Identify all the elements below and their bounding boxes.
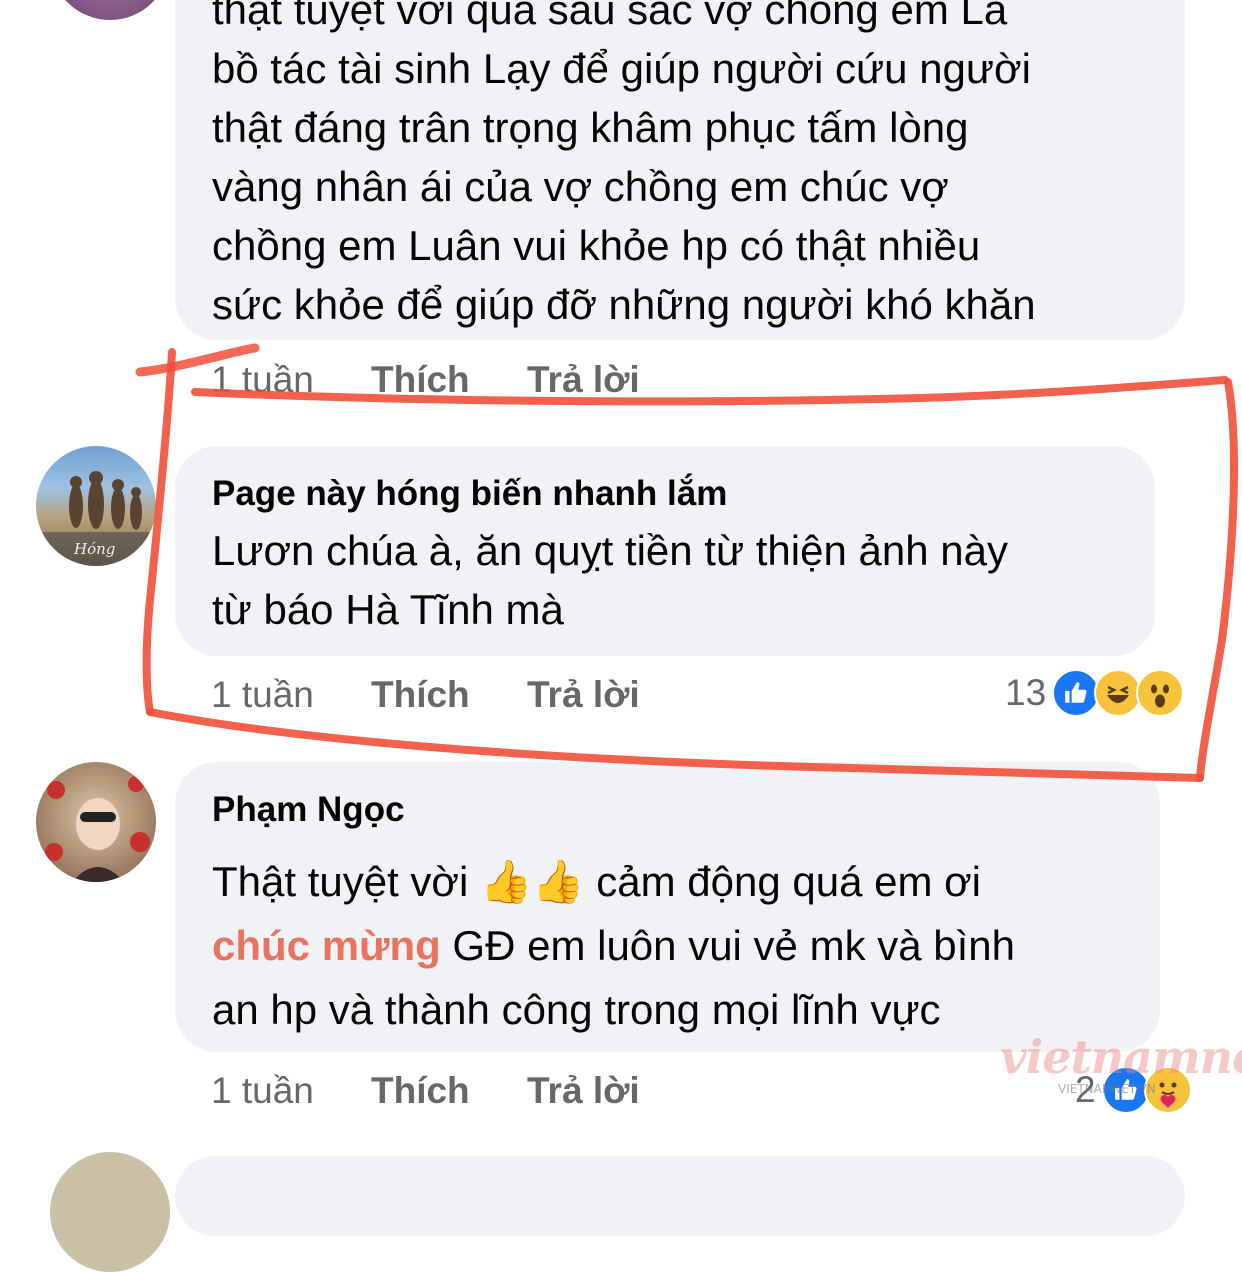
comment-text-2: Lươn chúa à, ăn quỵt tiền từ thiện ảnh n…: [212, 527, 1008, 633]
comment-time-1[interactable]: 1 tuần: [211, 355, 314, 405]
reaction-count-2: 13: [1005, 672, 1047, 713]
avatar-commenter-2[interactable]: Hóng: [36, 446, 156, 566]
comment-text-3-part-a: Thật tuyệt vời: [212, 858, 480, 905]
comment-bubble-1: thật tuyệt vời quá sâu sắc vợ chồng em L…: [175, 0, 1185, 340]
reply-button-3[interactable]: Trả lời: [527, 1066, 640, 1116]
like-button-2[interactable]: Thích: [371, 670, 470, 720]
comment-meta-1: 1 tuần Thích Trả lời: [211, 355, 811, 405]
wow-icon: [1136, 669, 1185, 717]
comment-author-2[interactable]: Page này hóng biến nhanh lắm: [212, 474, 727, 514]
like-button-1[interactable]: Thích: [371, 355, 470, 405]
like-button-3[interactable]: Thích: [371, 1066, 470, 1116]
comment-text-3-part-b: cảm động quá em ơi: [584, 858, 981, 905]
like-icon: [1052, 669, 1101, 717]
comment-meta-3: 1 tuần Thích Trả lời: [211, 1066, 811, 1116]
comment-time-2[interactable]: 1 tuần: [211, 670, 314, 720]
comment-time-3[interactable]: 1 tuần: [211, 1066, 314, 1116]
comment-meta-2: 1 tuần Thích Trả lời: [211, 670, 811, 720]
avatar-commenter-3[interactable]: [36, 762, 156, 882]
reaction-summary-2[interactable]: 13: [1005, 667, 1185, 719]
portrait-photo-icon: [45, 776, 150, 882]
comment-bubble-3: Phạm Ngọc Thật tuyệt vời 👍👍 cảm động quá…: [175, 762, 1160, 1052]
comment-bubble-4: [175, 1156, 1185, 1236]
comment-text-3: Thật tuyệt vời 👍👍 cảm động quá em ơi chú…: [212, 850, 1015, 1042]
comment-text-1: thật tuyệt vời quá sâu sắc vợ chồng em L…: [212, 0, 1036, 328]
comment-author-3[interactable]: Phạm Ngọc: [212, 790, 405, 830]
comment-text-3-line3: an hp và thành công trong mọi lĩnh vực: [212, 986, 941, 1033]
highlighted-phrase[interactable]: chúc mừng: [212, 922, 441, 969]
watermark-sub: VIETNAMNET.VN: [1058, 1082, 1156, 1096]
comment-text-3-line2: GĐ em luôn vui vẻ mk và bình: [440, 922, 1016, 969]
reply-button-2[interactable]: Trả lời: [527, 670, 640, 720]
avatar-commenter-1[interactable]: [50, 0, 170, 20]
avatar-caption: Hóng: [74, 540, 116, 558]
comment-bubble-2: Page này hóng biến nhanh lắm Lươn chúa à…: [175, 446, 1155, 656]
avatar-commenter-4[interactable]: [50, 1152, 170, 1272]
watermark-logo: vietnamnet: [1000, 1030, 1242, 1084]
thumbs-up-emoji: 👍👍: [479, 858, 585, 905]
reply-button-1[interactable]: Trả lời: [527, 355, 640, 405]
haha-icon: [1094, 669, 1143, 717]
